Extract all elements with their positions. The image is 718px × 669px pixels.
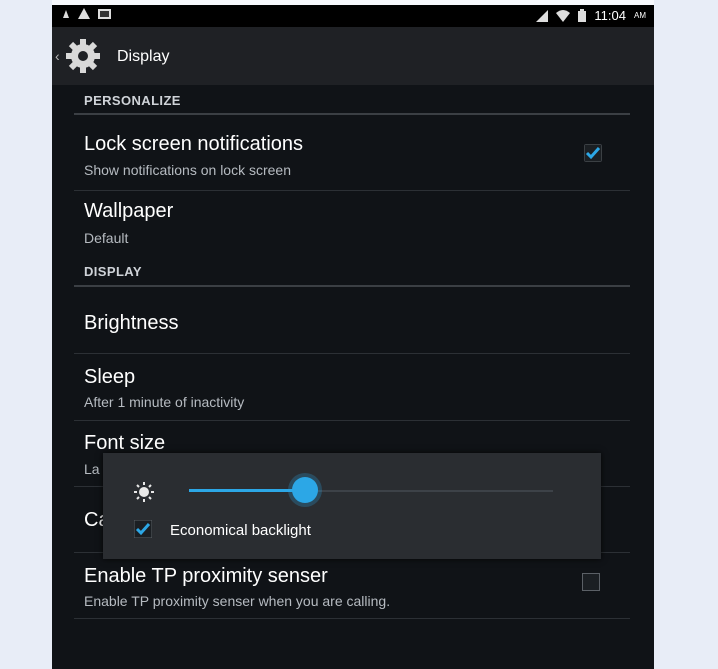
section-rule [74,113,630,115]
signal-icon [536,9,549,22]
divider [74,618,630,619]
brightness-slider-fill [189,489,306,492]
action-bar: ‹ Display [52,27,654,85]
warning-icon [78,8,90,19]
left-margin [0,0,52,669]
divider [74,190,630,191]
device-screen: 11:04 AM ‹ Display PERSONALIZE Lock scre… [52,5,654,669]
brightness-slider-thumb[interactable] [292,477,319,503]
font-size-subtitle: La [84,461,100,477]
status-time: 11:04 [594,8,626,23]
sleep-subtitle: After 1 minute of inactivity [84,394,245,410]
brightness-title: Brightness [84,312,179,334]
action-bar-title: Display [117,48,170,65]
wallpaper-title: Wallpaper [84,200,174,222]
section-header-display: DISPLAY [84,264,142,279]
brightness-dialog: Economical backlight [103,453,601,559]
status-left-icons [62,8,111,19]
brightness-sun-icon [134,482,154,502]
economical-backlight-checkbox[interactable] [134,520,152,538]
economical-backlight-label[interactable]: Economical backlight [170,522,311,539]
status-bar: 11:04 AM [52,5,654,27]
wallpaper-subtitle: Default [84,230,129,246]
status-right-icons: 11:04 AM [536,8,646,23]
section-rule [74,285,630,287]
proximity-title: Enable TP proximity senser [84,565,328,587]
divider [74,420,630,421]
photo-icon [98,8,111,19]
right-margin [654,0,718,669]
lock-screen-title: Lock screen notifications [84,133,304,155]
font-size-title: Font size [84,432,166,454]
proximity-subtitle: Enable TP proximity senser when you are … [84,593,391,609]
proximity-checkbox[interactable] [582,573,600,591]
divider [74,353,630,354]
notification-icon [63,9,69,18]
sleep-title: Sleep [84,366,136,388]
lock-screen-subtitle: Show notifications on lock screen [84,162,291,178]
wifi-icon [556,9,571,22]
status-ampm: AM [634,11,646,20]
battery-icon [578,9,587,22]
lock-screen-checkbox[interactable] [584,144,602,162]
section-header-personalize: PERSONALIZE [84,93,181,108]
gear-icon[interactable] [65,38,101,74]
up-chevron-icon[interactable]: ‹ [55,48,60,64]
